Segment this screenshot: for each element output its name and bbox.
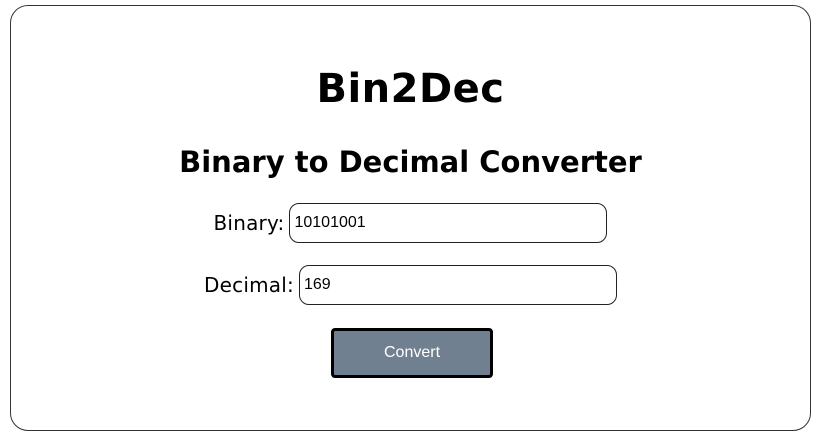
binary-label: Binary: [213,211,285,235]
decimal-input[interactable] [298,265,617,305]
decimal-label: Decimal: [204,273,294,297]
decimal-field-row: Decimal: [11,265,810,305]
app-title: Bin2Dec [316,66,505,112]
binary-field-row: Binary: [11,203,810,243]
converter-card: Bin2Dec Binary to Decimal Converter Bina… [10,5,811,431]
page-subtitle: Binary to Decimal Converter [179,145,642,179]
binary-input[interactable] [289,203,608,243]
convert-button[interactable]: Convert [331,328,493,378]
